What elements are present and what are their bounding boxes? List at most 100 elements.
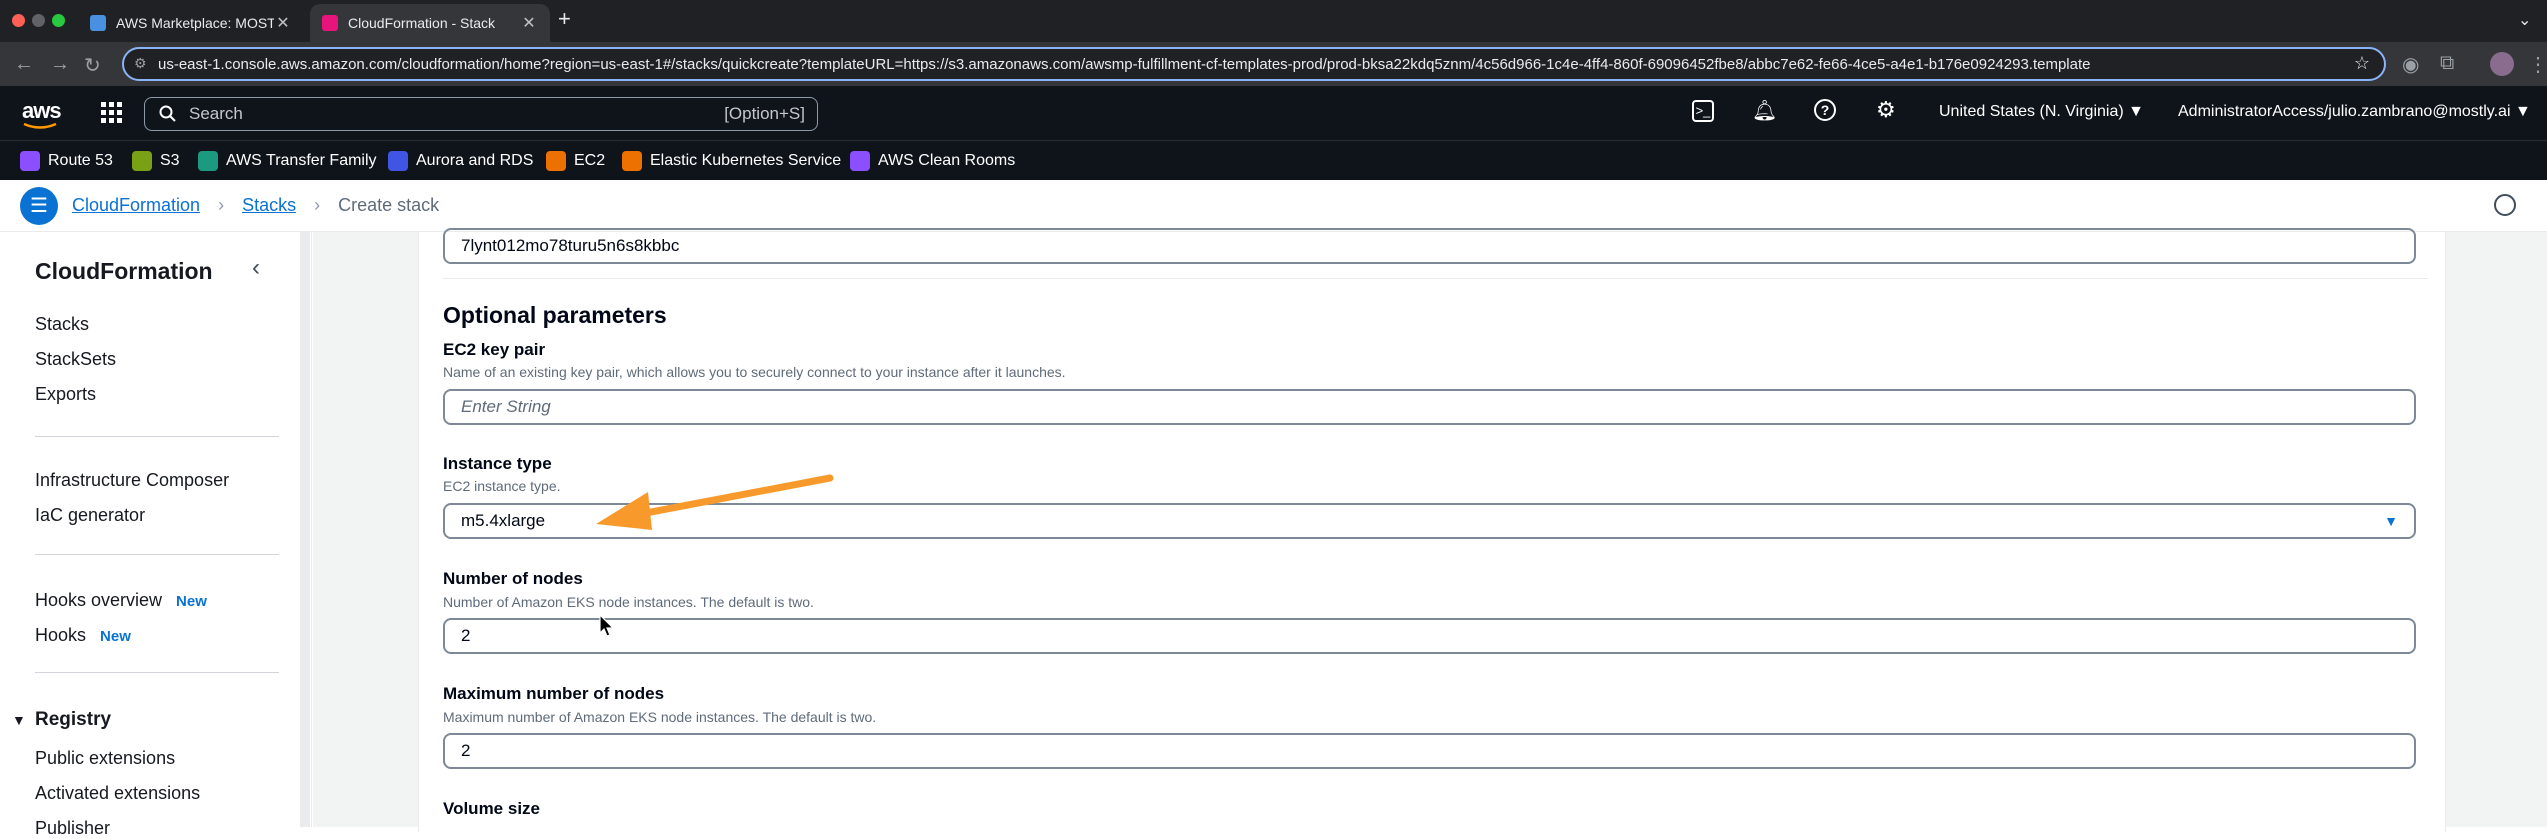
new-tab-icon[interactable]: +: [558, 6, 571, 32]
sidebar-item-hooks[interactable]: Hooks New: [35, 625, 131, 646]
settings-gear-icon[interactable]: ⚙: [1876, 97, 1896, 123]
clean-rooms-icon: [850, 151, 870, 171]
favorite-label: EC2: [574, 152, 606, 169]
reload-icon[interactable]: ↻: [84, 53, 101, 78]
new-badge: New: [176, 593, 207, 610]
cloudshell-icon[interactable]: >_: [1692, 100, 1714, 122]
notifications-bell-icon[interactable]: 🔔︎: [1752, 98, 1777, 123]
maximize-window-icon[interactable]: [52, 14, 65, 27]
sidebar-item-activated-extensions[interactable]: Activated extensions: [35, 783, 200, 804]
aws-logo-smile-icon: [23, 122, 57, 129]
sidebar: CloudFormation ‹ Stacks StackSets Export…: [0, 232, 312, 838]
field-value: 7lynt012mo78turu5n6s8kbbc: [461, 236, 680, 255]
field-placeholder: Enter String: [461, 397, 551, 416]
browser-menu-icon[interactable]: ⋮: [2528, 52, 2547, 77]
stack-parameter-field[interactable]: 7lynt012mo78turu5n6s8kbbc: [443, 228, 2416, 264]
aws-top-navigation: aws Search [Option+S] >_ 🔔︎ ? ⚙ United S…: [0, 86, 2547, 140]
search-shortcut: [Option+S]: [724, 104, 805, 123]
sidebar-scrollbar[interactable]: [300, 232, 310, 827]
chevron-right-icon: ›: [218, 195, 225, 215]
caret-down-icon[interactable]: ▼: [12, 712, 26, 728]
puzzle-extensions-icon[interactable]: ⧉: [2440, 52, 2454, 75]
section-title: Optional parameters: [443, 302, 667, 328]
sidebar-item-stacksets[interactable]: StackSets: [35, 349, 116, 370]
breadcrumb: CloudFormation › Stacks › Create stack: [72, 195, 439, 216]
browser-tab-cloudformation[interactable]: CloudFormation - Stack ✕: [310, 4, 550, 42]
favorite-label: AWS Clean Rooms: [878, 152, 1016, 169]
address-bar[interactable]: ⚙ us-east-1.console.aws.amazon.com/cloud…: [122, 47, 2386, 81]
field-value: 2: [461, 626, 471, 645]
region-selector[interactable]: United States (N. Virginia) ▼: [1939, 103, 2144, 121]
bookmark-star-icon[interactable]: ☆: [2354, 53, 2370, 74]
favorite-eks[interactable]: Elastic Kubernetes Service: [622, 151, 841, 171]
field-value: m5.4xlarge: [461, 511, 546, 530]
sidebar-item-iac-generator[interactable]: IaC generator: [35, 505, 145, 526]
region-label: United States (N. Virginia): [1939, 103, 2124, 120]
number-of-nodes-input[interactable]: 2: [443, 618, 2416, 654]
forward-icon[interactable]: →: [50, 53, 70, 76]
services-grid-icon[interactable]: [100, 101, 124, 125]
sidebar-divider: [35, 672, 279, 673]
search-placeholder: Search: [189, 104, 243, 123]
profile-avatar[interactable]: [2490, 52, 2514, 76]
number-of-nodes-description: Number of Amazon EKS node instances. The…: [443, 594, 814, 610]
minimize-window-icon[interactable]: [32, 14, 45, 27]
volume-size-label: Volume size: [443, 799, 540, 818]
favorite-s3[interactable]: S3: [132, 151, 180, 171]
sidebar-item-label: Hooks overview: [35, 590, 163, 610]
close-tab-icon[interactable]: ✕: [274, 13, 292, 33]
help-icon[interactable]: ?: [1814, 99, 1836, 121]
max-nodes-label: Maximum number of nodes: [443, 684, 665, 703]
sidebar-item-publisher[interactable]: Publisher: [35, 818, 110, 839]
favorite-ec2[interactable]: EC2: [546, 151, 605, 171]
favorite-label: AWS Transfer Family: [226, 152, 377, 169]
favorite-label: Aurora and RDS: [416, 152, 534, 169]
info-panel-icon[interactable]: [2494, 194, 2516, 216]
sidebar-item-exports[interactable]: Exports: [35, 384, 96, 405]
breadcrumb-stacks[interactable]: Stacks: [242, 195, 296, 216]
sidebar-item-public-extensions[interactable]: Public extensions: [35, 748, 175, 769]
sidebar-divider: [35, 554, 279, 555]
sidebar-item-infrastructure-composer[interactable]: Infrastructure Composer: [35, 470, 229, 491]
account-menu[interactable]: AdministratorAccess/julio.zambrano@mostl…: [2178, 103, 2531, 121]
favorite-clean-rooms[interactable]: AWS Clean Rooms: [850, 151, 1015, 171]
sidebar-item-hooks-overview[interactable]: Hooks overview New: [35, 590, 207, 611]
close-window-icon[interactable]: [12, 14, 25, 27]
ec2-key-pair-input[interactable]: Enter String: [443, 389, 2416, 425]
ec2-key-pair-label: EC2 key pair: [443, 340, 546, 359]
instance-type-label: Instance type: [443, 454, 552, 473]
field-value: 2: [461, 741, 471, 760]
favorite-route53[interactable]: Route 53: [20, 151, 113, 171]
instance-type-description: EC2 instance type.: [443, 478, 561, 494]
back-icon[interactable]: ←: [14, 53, 34, 76]
extension-icon[interactable]: ◉: [2402, 52, 2419, 77]
number-of-nodes-label: Number of nodes: [443, 569, 583, 588]
ec2-key-pair-description: Name of an existing key pair, which allo…: [443, 364, 1066, 380]
new-badge: New: [100, 628, 131, 645]
site-info-icon[interactable]: ⚙: [134, 55, 147, 72]
breadcrumb-cloudformation[interactable]: CloudFormation: [72, 195, 200, 216]
aws-search-input[interactable]: Search [Option+S]: [144, 97, 818, 131]
collapse-sidebar-icon[interactable]: ‹: [252, 254, 260, 282]
hamburger-menu-icon[interactable]: ☰: [20, 187, 58, 225]
close-tab-icon[interactable]: ✕: [520, 13, 538, 33]
favorites-bar: Route 53 S3 AWS Transfer Family Aurora a…: [0, 140, 2547, 180]
max-nodes-description: Maximum number of Amazon EKS node instan…: [443, 709, 877, 725]
route53-icon: [20, 151, 40, 171]
favorite-transfer-family[interactable]: AWS Transfer Family: [198, 151, 377, 171]
tab-title: CloudFormation - Stack: [348, 15, 496, 31]
aurora-rds-icon: [388, 151, 408, 171]
tab-menu-chevron-icon[interactable]: ⌄: [2518, 10, 2531, 30]
browser-tab-marketplace[interactable]: AWS Marketplace: MOSTLY A ✕: [78, 4, 304, 42]
cloudformation-favicon-icon: [322, 15, 338, 31]
search-icon: [159, 105, 176, 122]
max-nodes-input[interactable]: 2: [443, 733, 2416, 769]
eks-icon: [622, 151, 642, 171]
tab-title: AWS Marketplace: MOSTLY A: [116, 15, 274, 31]
sidebar-section-registry[interactable]: Registry: [35, 709, 111, 731]
aws-logo[interactable]: aws: [22, 98, 62, 124]
mouse-cursor-icon: [599, 614, 615, 637]
sidebar-item-stacks[interactable]: Stacks: [35, 314, 89, 335]
url-text: us-east-1.console.aws.amazon.com/cloudfo…: [158, 55, 2091, 73]
favorite-aurora-rds[interactable]: Aurora and RDS: [388, 151, 533, 171]
